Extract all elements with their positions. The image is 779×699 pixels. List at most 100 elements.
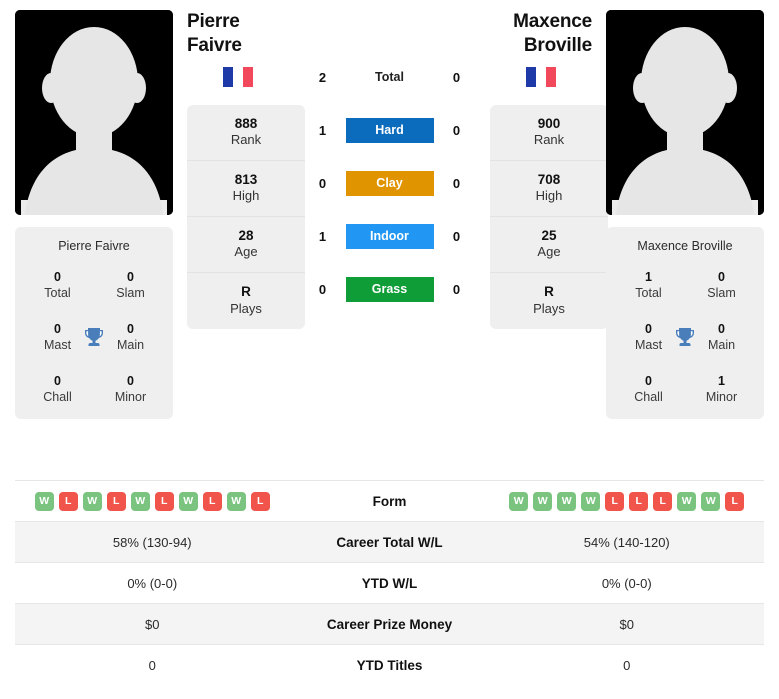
h2h-left-score: 2 <box>318 70 327 85</box>
form-badge-w: W <box>557 491 577 511</box>
info-value: R <box>241 284 251 300</box>
title-stat-label: Chall <box>634 390 663 404</box>
right-player-photo <box>606 10 764 215</box>
form-badge-l: L <box>725 491 745 511</box>
right-form-badges: WWWWLLLWWL <box>490 491 765 511</box>
right-player-name: Maxence Broville <box>513 11 592 57</box>
left-titles-card-name: Pierre Faivre <box>58 239 130 253</box>
form-badge-w: W <box>533 491 553 511</box>
row-label-ytd-wl: YTD W/L <box>361 575 418 591</box>
right-career-total-wl: 54% (140-120) <box>583 534 670 550</box>
comparison-header: Pierre Faivre 0 Total 0 Slam 0 Mast 0 Ma… <box>0 0 779 480</box>
info-label: High <box>535 188 563 204</box>
form-badge-w: W <box>677 491 697 511</box>
left-titles-card: Pierre Faivre 0 Total 0 Slam 0 Mast 0 Ma… <box>15 227 173 419</box>
surface-button-hard[interactable]: Hard <box>345 118 434 143</box>
title-stat-value: 1 <box>645 270 652 284</box>
info-row-high: 813 High <box>187 161 305 217</box>
h2h-row-indoor: 1 Indoor 0 <box>310 224 470 249</box>
table-row-career-total-wl: 58% (130-94) Career Total W/L 54% (140-1… <box>15 521 764 562</box>
title-stat-minor: 0 Minor <box>94 373 167 405</box>
title-stat-total: 0 Total <box>21 269 94 301</box>
title-stat-value: 0 <box>54 270 61 284</box>
info-value: 813 <box>234 171 258 187</box>
form-badge-w: W <box>178 491 198 511</box>
form-badge-l: L <box>202 491 222 511</box>
info-row-rank: 888 Rank <box>187 105 305 161</box>
row-label-career-total-wl: Career Total W/L <box>336 534 443 550</box>
h2h-right-score: 0 <box>452 70 461 85</box>
form-badge-l: L <box>106 491 126 511</box>
right-career-prize-money: $0 <box>619 616 634 632</box>
info-value: 25 <box>541 227 557 243</box>
info-value: 900 <box>537 115 561 131</box>
h2h-left-score: 0 <box>318 282 327 297</box>
right-form-cell: WWWWLLLWWL <box>490 491 765 511</box>
left-career-total-wl: 58% (130-94) <box>112 534 192 550</box>
info-row-plays: R Plays <box>490 273 608 329</box>
france-flag-icon <box>526 66 556 87</box>
h2h-label-total: Total <box>375 70 404 84</box>
trophy-icon <box>673 325 697 349</box>
right-player-photo-column: Maxence Broville 1 Total 0 Slam 0 Mast 0… <box>606 10 764 419</box>
form-badge-w: W <box>34 491 54 511</box>
right-ytd-wl: 0% (0-0) <box>601 575 652 591</box>
row-label-career-prize-money: Career Prize Money <box>326 616 453 632</box>
h2h-left-score: 1 <box>318 123 327 138</box>
info-label: Plays <box>533 300 565 316</box>
info-value: 708 <box>537 171 561 187</box>
h2h-right-score: 0 <box>452 229 461 244</box>
info-value: 28 <box>238 227 254 243</box>
table-row-career-prize-money: $0 Career Prize Money $0 <box>15 603 764 644</box>
right-titles-card: Maxence Broville 1 Total 0 Slam 0 Mast 0… <box>606 227 764 419</box>
right-titles-card-name: Maxence Broville <box>637 239 733 253</box>
title-stat-value: 1 <box>718 374 725 388</box>
left-titles-grid: 0 Total 0 Slam 0 Mast 0 Main 0 Chall 0 M… <box>21 269 167 405</box>
h2h-row-hard: 1 Hard 0 <box>310 118 470 143</box>
row-label-ytd-titles: YTD Titles <box>356 657 423 673</box>
title-stat-chall: 0 Chall <box>21 373 94 405</box>
info-label: Age <box>234 244 258 260</box>
row-label-form: Form <box>372 493 407 509</box>
head-to-head-column: 2 Total 0 1 Hard 0 0 Clay 0 1 Indoor 0 0 <box>293 10 486 330</box>
info-row-age: 28 Age <box>187 217 305 273</box>
h2h-right-score: 0 <box>452 176 461 191</box>
form-badge-l: L <box>154 491 174 511</box>
stats-table: WLWLWLWLWL Form WWWWLLLWWL 58% (130-94) … <box>0 480 779 685</box>
right-player-info-card: 900 Rank 708 High 25 Age R Plays <box>490 104 608 329</box>
title-stat-label: Chall <box>43 390 72 404</box>
form-badge-l: L <box>653 491 673 511</box>
left-player-photo <box>15 10 173 215</box>
info-row-rank: 900 Rank <box>490 105 608 161</box>
left-player-flag-wrap <box>187 66 289 87</box>
h2h-left-score: 0 <box>318 176 327 191</box>
surface-button-indoor[interactable]: Indoor <box>345 224 434 249</box>
title-stat-label: Total <box>635 286 662 300</box>
h2h-row-total: 2 Total 0 <box>310 65 470 90</box>
table-row-form: WLWLWLWLWL Form WWWWLLLWWL <box>15 480 764 521</box>
info-label: Rank <box>533 132 565 148</box>
h2h-left-score: 1 <box>318 229 327 244</box>
france-flag-icon <box>223 66 253 87</box>
surface-button-grass[interactable]: Grass <box>345 277 434 302</box>
form-badge-l: L <box>605 491 625 511</box>
title-stat-slam: 0 Slam <box>94 269 167 301</box>
h2h-row-clay: 0 Clay 0 <box>310 171 470 196</box>
h2h-right-score: 0 <box>452 282 461 297</box>
trophy-icon <box>82 325 106 349</box>
form-badge-l: L <box>629 491 649 511</box>
form-badge-l: L <box>58 491 78 511</box>
left-career-prize-money: $0 <box>145 616 160 632</box>
table-row-ytd-titles: 0 YTD Titles 0 <box>15 644 764 685</box>
info-label: Rank <box>230 132 262 148</box>
title-stat-value: 0 <box>645 374 652 388</box>
info-label: Age <box>537 244 561 260</box>
form-badge-w: W <box>130 491 150 511</box>
left-ytd-titles: 0 <box>148 657 156 673</box>
form-badge-l: L <box>250 491 270 511</box>
surface-button-clay[interactable]: Clay <box>345 171 434 196</box>
info-label: High <box>232 188 260 204</box>
title-stat-minor: 1 Minor <box>685 373 758 405</box>
left-player-name: Pierre Faivre <box>187 11 242 57</box>
form-badge-w: W <box>509 491 529 511</box>
